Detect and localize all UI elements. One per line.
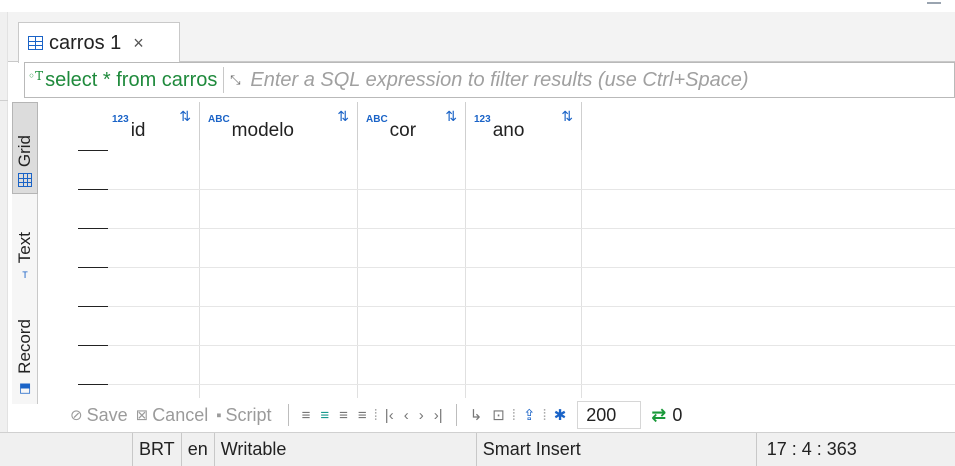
tab-label: carros 1 xyxy=(49,31,122,54)
save-label: Save xyxy=(86,404,128,425)
table-icon xyxy=(28,36,43,50)
toolbar-separator xyxy=(287,404,289,426)
record-icon: ⬒ xyxy=(18,380,32,395)
grid-row-line xyxy=(108,306,955,307)
results-toolbar: ⊘ Save ⊠ Cancel ▪ Script ≡ ≡ ≡ ≡ ⁞ |‹ ‹ … xyxy=(70,398,955,432)
next-page-icon[interactable]: › xyxy=(419,407,424,424)
minimize-icon[interactable] xyxy=(927,2,941,5)
edit-row-icon[interactable]: ≡ xyxy=(302,407,311,424)
export-icon[interactable]: ⇪ xyxy=(523,406,536,424)
fetch-size-input[interactable] xyxy=(577,401,642,429)
number-type-icon: 123 xyxy=(112,114,129,125)
fetch-all-icon[interactable]: ⊡ xyxy=(492,406,505,424)
status-timezone[interactable]: BRT xyxy=(132,432,181,466)
panel-tab-grid[interactable]: Grid xyxy=(12,102,38,194)
column-name: ano xyxy=(492,120,525,141)
script-button[interactable]: ▪ Script xyxy=(216,405,271,426)
delete-row-icon[interactable]: ≡ xyxy=(358,407,367,424)
panel-tab-label: Text xyxy=(15,231,34,263)
left-gutter xyxy=(0,12,8,432)
grid-row-line xyxy=(108,189,955,190)
row-separator xyxy=(78,189,108,190)
row-separator xyxy=(78,384,108,385)
column-name: id xyxy=(130,120,146,141)
filter-bar: ◦T select * from carros ⤡ xyxy=(24,62,955,98)
toolbar-separator xyxy=(455,404,457,426)
row-separator xyxy=(78,228,108,229)
column-name: cor xyxy=(389,120,417,141)
toolbar-grip: ⁞ xyxy=(542,406,547,424)
settings-icon[interactable]: ✱ xyxy=(554,406,567,424)
data-column[interactable] xyxy=(466,150,582,398)
data-column[interactable] xyxy=(108,150,200,398)
toolbar-grip: ⁞ xyxy=(511,406,516,424)
toolbar-grip: ⁞ xyxy=(373,406,378,424)
column-header-id[interactable]: 123 id ⇅ xyxy=(108,102,200,150)
previous-page-icon[interactable]: ‹ xyxy=(404,407,409,424)
add-row-icon[interactable]: ≡ xyxy=(320,407,329,424)
expand-icon[interactable]: ⤡ xyxy=(228,73,242,86)
column-header-cor[interactable]: ABC cor ⇅ xyxy=(358,102,466,150)
sort-filter-icon[interactable]: ⇅ xyxy=(179,108,191,125)
refresh-icon[interactable]: ⇄ xyxy=(651,405,666,426)
row-header-column xyxy=(38,102,108,398)
text-icon: ᵀ xyxy=(22,269,28,284)
gutter-divider xyxy=(0,100,8,101)
sql-query-icon: ◦T xyxy=(28,69,44,83)
status-locale[interactable]: en xyxy=(180,432,214,466)
panel-tab-label: Grid xyxy=(15,134,34,167)
grid-row-line xyxy=(108,345,955,346)
results-grid: 123 id ⇅ ABC modelo ⇅ ABC cor ⇅ 123 ano … xyxy=(38,102,955,398)
sort-filter-icon[interactable]: ⇅ xyxy=(337,108,349,125)
results-tab-bar: carros 1 × xyxy=(8,12,955,63)
cancel-icon: ⊠ xyxy=(135,407,149,424)
status-mode: Writable xyxy=(213,432,476,466)
row-separator xyxy=(78,150,108,151)
row-separator xyxy=(78,267,108,268)
cancel-button[interactable]: ⊠ Cancel xyxy=(136,405,209,426)
sort-filter-icon[interactable]: ⇅ xyxy=(445,108,457,125)
tab-carros[interactable]: carros 1 × xyxy=(18,22,180,63)
text-type-icon: ABC xyxy=(208,114,230,125)
script-label: Script xyxy=(225,404,272,425)
status-cursor-position: 17 : 4 : 363 xyxy=(755,432,863,466)
top-strip xyxy=(0,0,955,12)
grid-row-line xyxy=(108,267,955,268)
status-insert-mode[interactable]: Smart Insert xyxy=(475,432,756,466)
status-empty xyxy=(0,433,132,466)
column-header-modelo[interactable]: ABC modelo ⇅ xyxy=(200,102,358,150)
row-separator xyxy=(78,306,108,307)
filter-separator xyxy=(223,67,225,93)
save-button[interactable]: ⊘ Save xyxy=(70,405,128,426)
panel-tab-label: Record xyxy=(15,319,34,374)
grid-icon xyxy=(18,173,32,187)
results-editor: carros 1 × ◦T select * from carros ⤡ Gri… xyxy=(0,0,955,466)
status-bar: BRT en Writable Smart Insert 17 : 4 : 36… xyxy=(0,432,955,466)
panel-tab-text[interactable]: Text ᵀ xyxy=(12,210,38,290)
data-column[interactable] xyxy=(200,150,358,398)
copy-row-icon[interactable]: ≡ xyxy=(339,407,348,424)
sort-filter-icon[interactable]: ⇅ xyxy=(561,108,573,125)
close-icon[interactable]: × xyxy=(133,33,144,54)
data-column[interactable] xyxy=(358,150,466,398)
last-page-icon[interactable]: ›| xyxy=(434,407,443,424)
column-name: modelo xyxy=(231,120,294,141)
panel-tab-record[interactable]: Record ⬒ xyxy=(12,302,38,402)
panel-switcher: Grid Text ᵀ Record ⬒ xyxy=(12,102,38,404)
grid-row-line xyxy=(108,228,955,229)
cancel-label: Cancel xyxy=(152,404,209,425)
script-icon: ▪ xyxy=(216,406,222,424)
first-page-icon[interactable]: |‹ xyxy=(385,407,394,424)
filter-input[interactable] xyxy=(250,68,851,92)
sql-query-text[interactable]: select * from carros xyxy=(45,69,217,92)
number-type-icon: 123 xyxy=(474,114,491,125)
fetch-next-icon[interactable]: ↳ xyxy=(470,406,483,424)
text-type-icon: ABC xyxy=(366,114,388,125)
grid-row-line xyxy=(108,384,955,385)
refresh-count: 0 xyxy=(672,404,683,425)
column-header-ano[interactable]: 123 ano ⇅ xyxy=(466,102,582,150)
check-circle-icon: ⊘ xyxy=(70,407,83,424)
row-separator xyxy=(78,345,108,346)
